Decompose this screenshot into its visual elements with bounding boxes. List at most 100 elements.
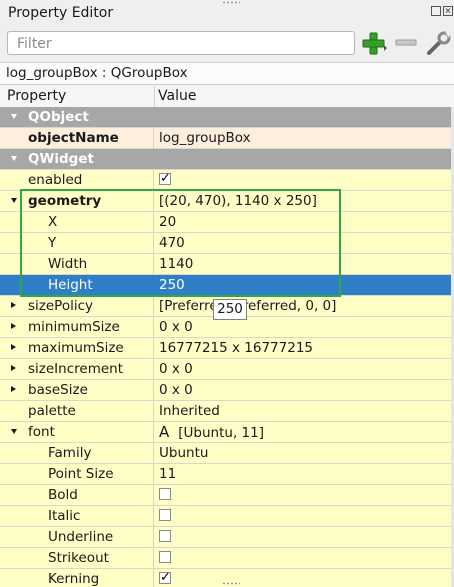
checked-checkbox[interactable]: [159, 169, 171, 189]
property-row[interactable]: Width 1140: [0, 254, 454, 275]
property-row[interactable]: Underline: [0, 527, 454, 548]
property-name-cell[interactable]: geometry: [0, 191, 154, 211]
property-row[interactable]: Family Ubuntu: [0, 443, 454, 464]
property-value-cell[interactable]: Inherited: [155, 401, 454, 421]
property-row[interactable]: font A [Ubuntu, 11]: [0, 422, 454, 443]
property-row[interactable]: maximumSize 16777215 x 16777215: [0, 338, 454, 359]
property-name-cell[interactable]: maximumSize: [0, 338, 154, 358]
property-value-cell[interactable]: 1140: [155, 254, 454, 274]
property-name-cell[interactable]: Family: [0, 443, 154, 463]
property-value-cell[interactable]: Ubuntu: [155, 443, 454, 463]
property-value-cell[interactable]: [Preferred, Preferred, 0, 0]: [155, 296, 454, 316]
property-name-cell[interactable]: baseSize: [0, 380, 154, 400]
property-name-cell[interactable]: X: [0, 212, 154, 232]
property-name-cell[interactable]: enabled: [0, 170, 154, 190]
column-separator[interactable]: [154, 86, 155, 107]
unchecked-checkbox[interactable]: [159, 551, 171, 563]
property-value-cell[interactable]: [155, 485, 454, 505]
property-row[interactable]: Point Size 11: [0, 464, 454, 485]
property-name-cell[interactable]: Y: [0, 233, 154, 253]
panel-title: Property Editor: [8, 5, 114, 21]
property-value-cell[interactable]: log_groupBox: [155, 128, 454, 148]
property-value-cell[interactable]: 0 x 0: [155, 359, 454, 379]
wrench-icon[interactable]: [426, 30, 452, 56]
property-label: Italic: [48, 508, 81, 524]
property-name-cell[interactable]: QWidget: [0, 149, 454, 169]
property-column-header[interactable]: Property: [7, 88, 66, 104]
expand-arrow-icon[interactable]: [11, 344, 16, 350]
property-value-cell[interactable]: 20: [155, 212, 454, 232]
property-row[interactable]: geometry [(20, 470), 1140 x 250]: [0, 191, 454, 212]
collapse-arrow-icon[interactable]: [11, 114, 17, 119]
expand-arrow-icon[interactable]: [11, 386, 16, 392]
unchecked-checkbox[interactable]: [159, 509, 171, 521]
property-value-cell[interactable]: [155, 506, 454, 526]
property-value-cell[interactable]: [155, 527, 454, 547]
property-name-cell[interactable]: palette: [0, 401, 154, 421]
property-name-cell[interactable]: sizePolicy: [0, 296, 154, 316]
property-name-cell[interactable]: Underline: [0, 527, 154, 547]
property-row[interactable]: Bold: [0, 485, 454, 506]
property-row[interactable]: objectName log_groupBox: [0, 128, 454, 149]
property-value-cell[interactable]: [(20, 470), 1140 x 250]: [155, 191, 454, 211]
property-row[interactable]: Strikeout: [0, 548, 454, 569]
category-row[interactable]: QObject: [0, 107, 454, 128]
float-icon[interactable]: [431, 6, 441, 16]
filter-input[interactable]: [15, 33, 349, 55]
property-row[interactable]: Y 470: [0, 233, 454, 254]
collapse-arrow-icon[interactable]: [11, 198, 17, 203]
property-label: palette: [28, 403, 76, 419]
filter-field[interactable]: [7, 31, 355, 55]
property-value-cell[interactable]: A [Ubuntu, 11]: [155, 422, 454, 442]
property-value-cell[interactable]: 250: [155, 275, 454, 295]
property-value-cell[interactable]: 11: [155, 464, 454, 484]
property-value-cell[interactable]: [155, 568, 454, 587]
property-name-cell[interactable]: Italic: [0, 506, 154, 526]
property-row[interactable]: X 20: [0, 212, 454, 233]
property-value-cell[interactable]: 470: [155, 233, 454, 253]
property-name-cell[interactable]: minimumSize: [0, 317, 154, 337]
property-value: [Ubuntu, 11]: [178, 425, 264, 441]
property-row[interactable]: sizeIncrement 0 x 0: [0, 359, 454, 380]
property-name-cell[interactable]: Point Size: [0, 464, 154, 484]
property-value-cell[interactable]: 0 x 0: [155, 317, 454, 337]
property-row[interactable]: palette Inherited: [0, 401, 454, 422]
expand-arrow-icon[interactable]: [11, 302, 16, 308]
property-value-cell[interactable]: [155, 169, 454, 190]
property-name-cell[interactable]: font: [0, 422, 154, 442]
property-name-cell[interactable]: Strikeout: [0, 548, 154, 568]
property-value-cell[interactable]: 0 x 0: [155, 380, 454, 400]
property-value: 11: [159, 466, 177, 482]
property-name-cell[interactable]: Width: [0, 254, 154, 274]
property-name-cell[interactable]: QObject: [0, 107, 454, 127]
drag-grip-icon[interactable]: [222, 1, 240, 4]
close-icon[interactable]: ×: [443, 6, 453, 16]
property-name-cell[interactable]: Bold: [0, 485, 154, 505]
property-row[interactable]: baseSize 0 x 0: [0, 380, 454, 401]
property-name-cell[interactable]: objectName: [0, 128, 154, 148]
collapse-arrow-icon[interactable]: [11, 156, 17, 161]
property-row[interactable]: Italic: [0, 506, 454, 527]
expand-arrow-icon[interactable]: [11, 365, 16, 371]
property-value-cell[interactable]: [155, 548, 454, 568]
property-row[interactable]: enabled: [0, 169, 454, 191]
property-value-cell[interactable]: 16777215 x 16777215: [155, 338, 454, 358]
plus-icon[interactable]: [360, 30, 388, 58]
unchecked-checkbox[interactable]: [159, 488, 171, 500]
expand-arrow-icon[interactable]: [11, 323, 16, 329]
property-row[interactable]: minimumSize 0 x 0: [0, 317, 454, 338]
category-row[interactable]: QWidget: [0, 149, 454, 170]
value-column-header[interactable]: Value: [158, 88, 196, 104]
unchecked-checkbox[interactable]: [159, 530, 171, 542]
property-value: Ubuntu: [159, 445, 209, 461]
property-name-cell[interactable]: Height: [0, 275, 154, 295]
property-name-cell[interactable]: sizeIncrement: [0, 359, 154, 379]
checked-checkbox[interactable]: [159, 568, 171, 587]
property-name-cell[interactable]: Kerning: [0, 569, 154, 587]
resize-grip-icon[interactable]: [222, 582, 240, 585]
minus-icon[interactable]: [394, 34, 418, 52]
collapse-arrow-icon[interactable]: [11, 429, 17, 434]
property-label: sizeIncrement: [28, 361, 124, 377]
property-row[interactable]: Height 250: [0, 275, 454, 296]
property-label: Height: [48, 277, 93, 293]
